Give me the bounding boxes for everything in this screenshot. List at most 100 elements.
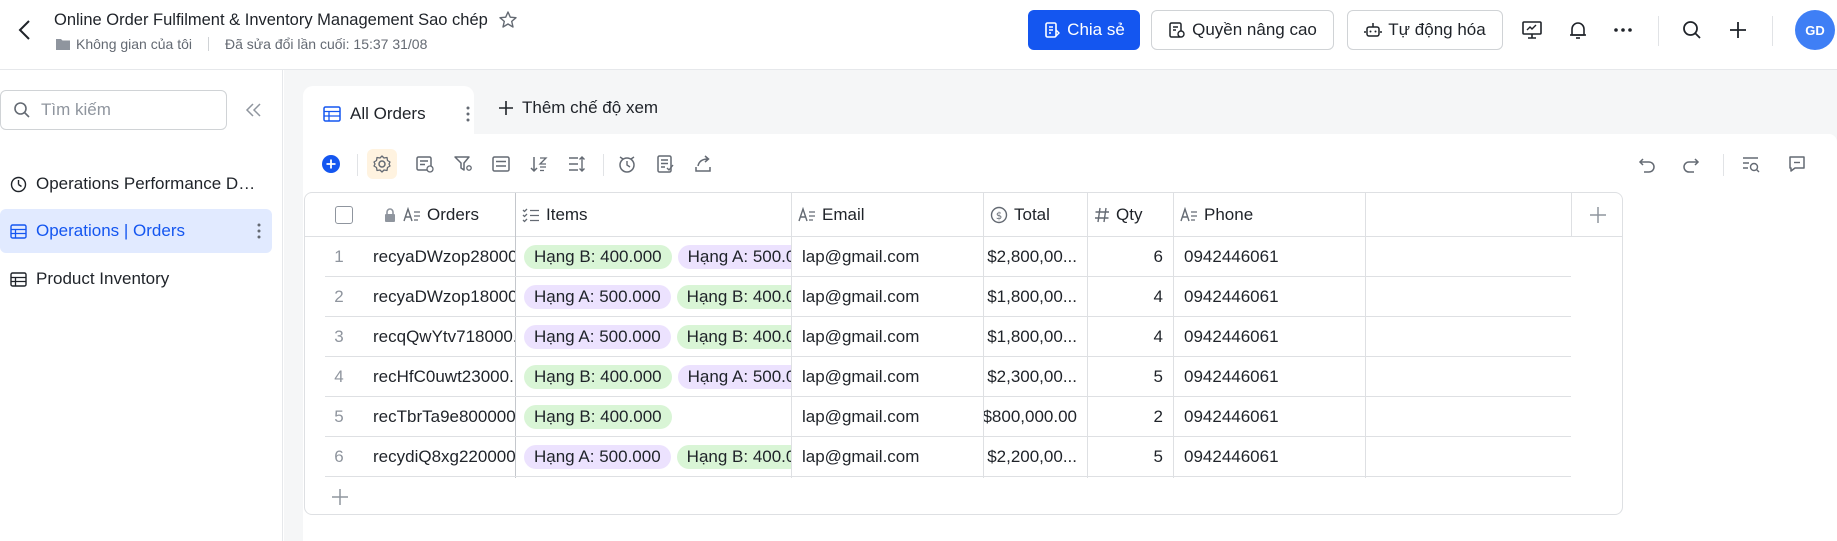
column-header-qty[interactable]: Qty <box>1088 193 1173 237</box>
search-icon <box>13 101 31 119</box>
undo-icon[interactable] <box>1635 152 1659 176</box>
column-header-phone[interactable]: Phone <box>1174 193 1364 237</box>
sidebar-item-dashboard[interactable]: Operations Performance Dashboard <box>0 162 272 206</box>
search-input[interactable] <box>41 100 211 120</box>
column-header-orders[interactable]: Orders <box>377 193 515 237</box>
phone-cell[interactable]: 0942446061 <box>1174 397 1365 437</box>
presentation-icon[interactable] <box>1520 18 1544 42</box>
items-cell[interactable]: Hạng B: 400.000Hạng A: 500.000 <box>516 357 791 397</box>
order-cell[interactable]: recyaDWzop18000... <box>363 277 515 317</box>
sidebar-search[interactable] <box>0 90 227 130</box>
sidebar-item-inventory[interactable]: Product Inventory <box>0 257 272 301</box>
search-icon[interactable] <box>1680 18 1704 42</box>
items-cell[interactable]: Hạng A: 500.000Hạng B: 400.000 <box>516 437 791 477</box>
robot-icon <box>1364 21 1383 39</box>
more-icon[interactable] <box>1611 18 1635 42</box>
automation-button[interactable]: Tự động hóa <box>1347 10 1503 50</box>
folder-icon <box>56 38 70 50</box>
order-cell[interactable]: recydiQ8xg220000... <box>363 437 515 477</box>
permissions-icon <box>1168 21 1186 39</box>
items-cell[interactable]: Hạng B: 400.000Hạng A: 500.000 <box>516 237 791 277</box>
sort-icon[interactable] <box>527 152 551 176</box>
row-number: 4 <box>334 367 344 386</box>
qty-cell[interactable]: 6 <box>1088 237 1173 277</box>
select-all-checkbox[interactable] <box>335 206 353 224</box>
toolbar-divider <box>357 154 358 176</box>
history-icon[interactable] <box>615 152 639 176</box>
sidebar: Operations Performance Dashboard Operati… <box>0 70 283 541</box>
redo-icon[interactable] <box>1679 152 1703 176</box>
toolbar-divider <box>603 154 604 176</box>
add-column-button[interactable] <box>1571 193 1622 237</box>
total-cell[interactable]: $2,200,00... <box>984 437 1087 477</box>
more-icon[interactable] <box>465 104 471 124</box>
column-header-items[interactable]: Items <box>516 193 791 237</box>
comment-icon[interactable] <box>1785 152 1809 176</box>
email-cell[interactable]: lap@gmail.com <box>792 437 983 477</box>
total-cell[interactable]: $2,300,00... <box>984 357 1087 397</box>
items-cell[interactable]: Hạng A: 500.000Hạng B: 400.000 <box>516 277 791 317</box>
phone-cell[interactable]: 0942446061 <box>1174 317 1365 357</box>
phone-cell[interactable]: 0942446061 <box>1174 357 1365 397</box>
qty-cell[interactable]: 5 <box>1088 437 1173 477</box>
sidebar-item-orders[interactable]: Operations | Orders <box>0 209 272 253</box>
share-view-icon[interactable] <box>691 152 715 176</box>
header-divider <box>1658 16 1659 46</box>
phone-cell[interactable]: 0942446061 <box>1174 237 1365 277</box>
row-number: 6 <box>334 447 344 466</box>
item-tag: Hạng A: 500.000 <box>677 365 791 389</box>
total-cell[interactable]: $2,800,00... <box>984 237 1087 277</box>
email-cell[interactable]: lap@gmail.com <box>792 277 983 317</box>
qty-cell[interactable]: 2 <box>1088 397 1173 437</box>
email-cell[interactable]: lap@gmail.com <box>792 237 983 277</box>
toolbar-divider <box>1723 154 1724 176</box>
item-tag: Hạng B: 400.000 <box>524 245 672 269</box>
row-number: 3 <box>334 327 344 346</box>
avatar[interactable]: GD <box>1795 10 1835 50</box>
phone-cell[interactable]: 0942446061 <box>1174 437 1365 477</box>
row-height-icon[interactable] <box>565 152 589 176</box>
automation-label: Tự động hóa <box>1388 20 1486 39</box>
location-link[interactable]: Không gian của tôi <box>76 36 192 52</box>
qty-cell[interactable]: 5 <box>1088 357 1173 397</box>
order-cell[interactable]: recyaDWzop28000... <box>363 237 515 277</box>
back-icon[interactable] <box>14 17 36 43</box>
qty-cell[interactable]: 4 <box>1088 317 1173 357</box>
email-cell[interactable]: lap@gmail.com <box>792 317 983 357</box>
plus-icon[interactable] <box>1726 18 1750 42</box>
order-cell[interactable]: recqQwYtv718000... <box>363 317 515 357</box>
total-cell[interactable]: $1,800,00... <box>984 277 1087 317</box>
grid-view-icon <box>323 106 341 122</box>
search-grid-icon[interactable] <box>1739 152 1763 176</box>
permissions-button[interactable]: Quyền nâng cao <box>1151 10 1334 50</box>
form-icon[interactable] <box>653 152 677 176</box>
star-icon[interactable] <box>498 10 518 30</box>
collapse-sidebar-icon[interactable] <box>243 100 265 120</box>
column-header-total[interactable]: $ Total <box>984 193 1087 237</box>
column-header-email[interactable]: Email <box>792 193 983 237</box>
more-icon[interactable] <box>256 221 262 241</box>
bell-icon[interactable] <box>1566 18 1590 42</box>
items-cell[interactable]: Hạng A: 500.000Hạng B: 400.000 <box>516 317 791 357</box>
add-row-button[interactable] <box>325 482 355 512</box>
share-icon <box>1043 21 1061 39</box>
add-view-button[interactable]: Thêm chế độ xem <box>498 98 658 118</box>
total-cell[interactable]: $800,000.00 <box>984 397 1087 437</box>
share-button[interactable]: Chia sẻ <box>1028 10 1140 50</box>
add-record-icon[interactable] <box>319 152 343 176</box>
settings-icon[interactable] <box>367 149 397 179</box>
phone-cell[interactable]: 0942446061 <box>1174 277 1365 317</box>
email-cell[interactable]: lap@gmail.com <box>792 397 983 437</box>
column-label: Items <box>546 205 588 224</box>
field-config-icon[interactable] <box>413 152 437 176</box>
document-title[interactable]: Online Order Fulfilment & Inventory Mana… <box>54 11 488 30</box>
filter-icon[interactable] <box>451 152 475 176</box>
total-cell[interactable]: $1,800,00... <box>984 317 1087 357</box>
order-cell[interactable]: recHfC0uwt23000... <box>363 357 515 397</box>
email-cell[interactable]: lap@gmail.com <box>792 357 983 397</box>
qty-cell[interactable]: 4 <box>1088 277 1173 317</box>
item-tag: Hạng B: 400.000 <box>524 365 672 389</box>
group-icon[interactable] <box>489 152 513 176</box>
order-cell[interactable]: recTbrTa9e800000... <box>363 397 515 437</box>
items-cell[interactable]: Hạng B: 400.000 <box>516 397 791 437</box>
